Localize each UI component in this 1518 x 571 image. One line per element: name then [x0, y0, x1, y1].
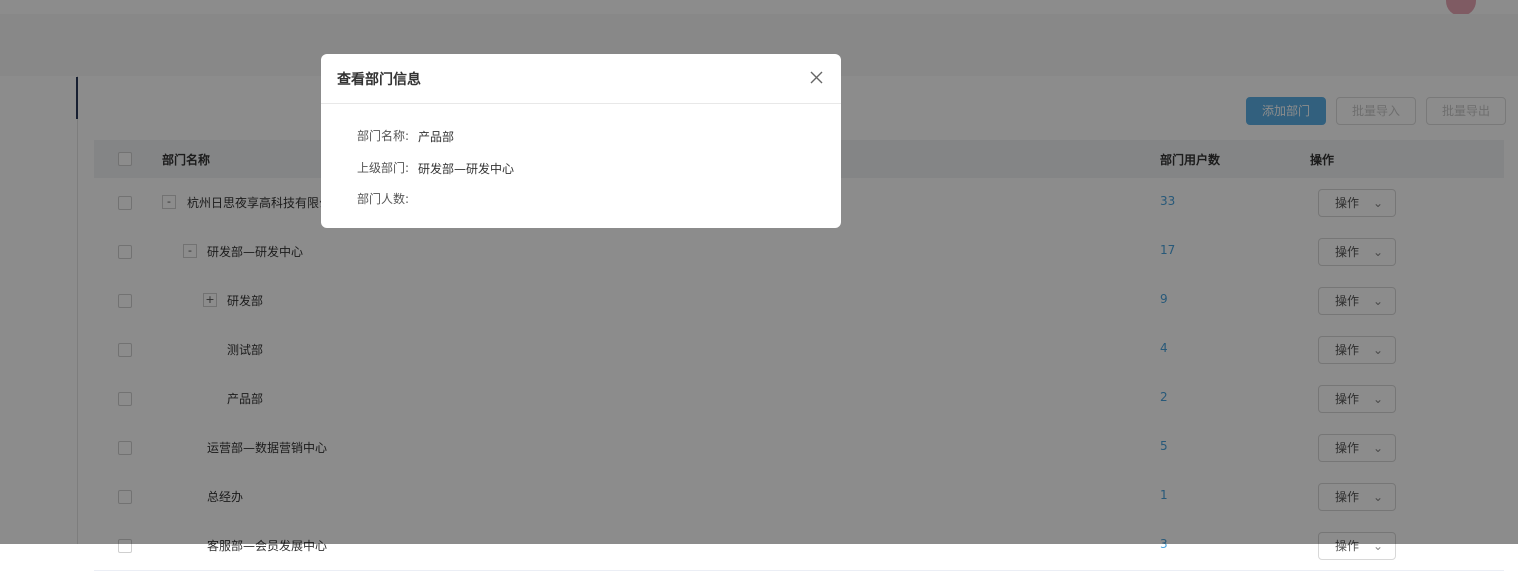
- field-label-parent-department: 上级部门:: [357, 161, 410, 175]
- field-value-department-name: 产品部: [418, 130, 455, 144]
- dialog-header: 查看部门信息: [321, 54, 841, 104]
- department-info-dialog: 查看部门信息 部门名称: 产品部 上级部门: 研发部—研发中心 部门人数:: [321, 54, 841, 228]
- field-label-member-count: 部门人数:: [357, 192, 410, 206]
- field-value-parent-department: 研发部—研发中心: [418, 162, 515, 176]
- field-label-department-name: 部门名称:: [357, 129, 410, 143]
- close-icon[interactable]: [807, 68, 827, 88]
- dialog-title: 查看部门信息: [337, 72, 421, 88]
